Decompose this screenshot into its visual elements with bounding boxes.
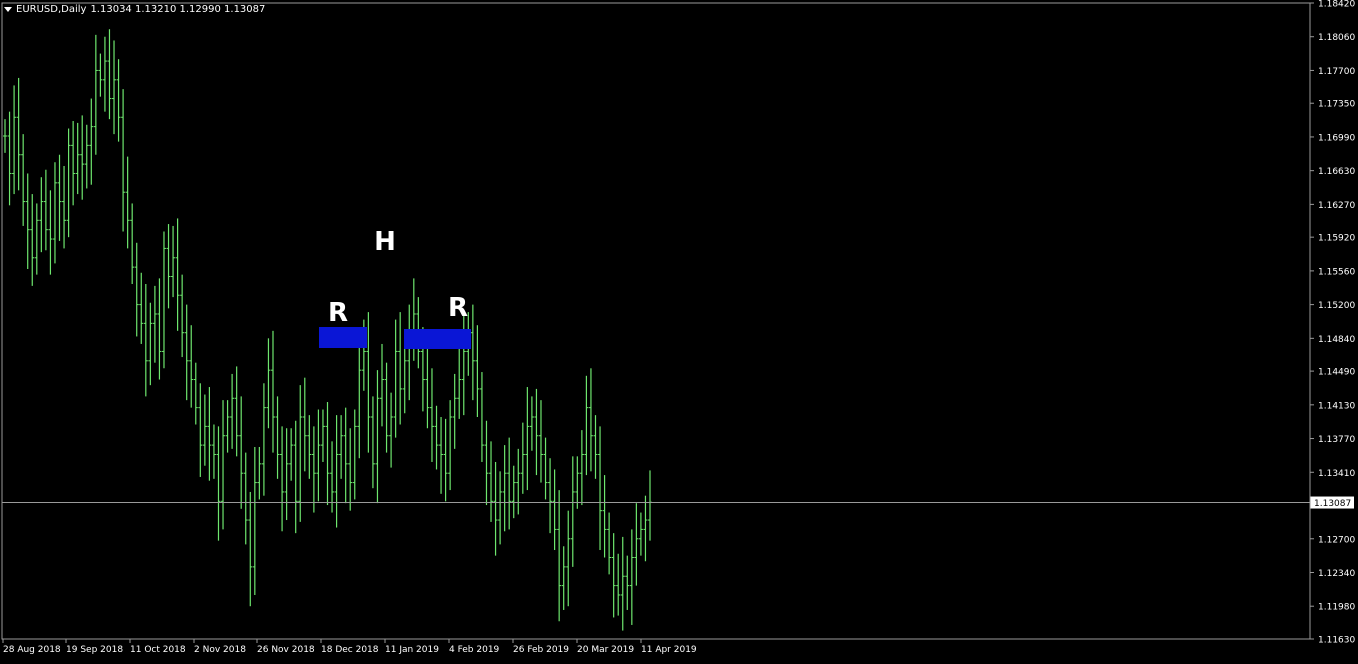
y-tick-label: 1.14130: [1318, 401, 1355, 411]
y-tick-label: 1.12340: [1318, 569, 1355, 579]
y-tick-label: 1.18420: [1318, 0, 1355, 10]
y-tick-label: 1.16990: [1318, 133, 1355, 143]
y-tick-label: 1.15200: [1318, 301, 1355, 311]
y-tick-label: 1.16630: [1318, 167, 1355, 177]
chart-frame: [1, 2, 1311, 640]
current-price-label: 1.13087: [1314, 499, 1351, 509]
y-tick-label: 1.17350: [1318, 100, 1355, 110]
x-tick-label: 11 Oct 2018: [130, 645, 186, 655]
y-tick-label: 1.14490: [1318, 368, 1355, 378]
left-shoulder-label: R: [328, 298, 348, 328]
dropdown-triangle-icon[interactable]: [4, 7, 12, 12]
x-tick-label: 11 Apr 2019: [641, 645, 697, 655]
right-shoulder-label: R: [448, 293, 468, 323]
head-label: H: [374, 227, 396, 257]
price-chart[interactable]: 1.13087 R H R 1.18420 1.18060 1.17700 1.17350 1…: [0, 0, 1358, 660]
y-tick-label: 1.12700: [1318, 535, 1355, 545]
y-tick-label: 1.14840: [1318, 335, 1355, 345]
y-tick-label: 1.15920: [1318, 234, 1355, 244]
chart-header: EURUSD,Daily 1.13034 1.13210 1.12990 1.1…: [4, 4, 265, 15]
x-tick-label: 18 Dec 2018: [321, 645, 379, 655]
left-shoulder-zone: [319, 327, 367, 348]
y-tick-label: 1.16270: [1318, 201, 1355, 211]
y-tick-label: 1.18060: [1318, 33, 1355, 43]
y-tick-label: 1.11630: [1318, 636, 1355, 646]
y-tick-label: 1.13410: [1318, 469, 1355, 479]
ohlc-values: 1.13034 1.13210 1.12990 1.13087: [90, 4, 266, 15]
overlay-layer: 1.13087 R H R: [2, 227, 1354, 509]
y-tick-label: 1.13770: [1318, 435, 1355, 445]
y-tick-label: 1.17700: [1318, 67, 1355, 77]
right-shoulder-zone: [404, 329, 471, 349]
x-tick-label: 28 Aug 2018: [3, 645, 61, 655]
y-tick-label: 1.11980: [1318, 603, 1355, 613]
x-tick-label: 20 Mar 2019: [577, 645, 634, 655]
x-tick-label: 26 Feb 2019: [513, 645, 569, 655]
x-tick-label: 2 Nov 2018: [194, 645, 246, 655]
x-tick-label: 11 Jan 2019: [385, 645, 439, 655]
symbol-label: EURUSD,Daily: [16, 4, 87, 15]
axis-layer: 1.18420 1.18060 1.17700 1.17350 1.16990 1.166…: [1, 0, 1355, 655]
x-tick-label: 4 Feb 2019: [449, 645, 500, 655]
y-tick-label: 1.15560: [1318, 267, 1355, 277]
chart-canvas[interactable]: 1.13087RHR 1.184201.180601.177001.173501…: [0, 0, 1358, 660]
x-tick-label: 19 Sep 2018: [66, 645, 123, 655]
x-tick-label: 26 Nov 2018: [257, 645, 315, 655]
